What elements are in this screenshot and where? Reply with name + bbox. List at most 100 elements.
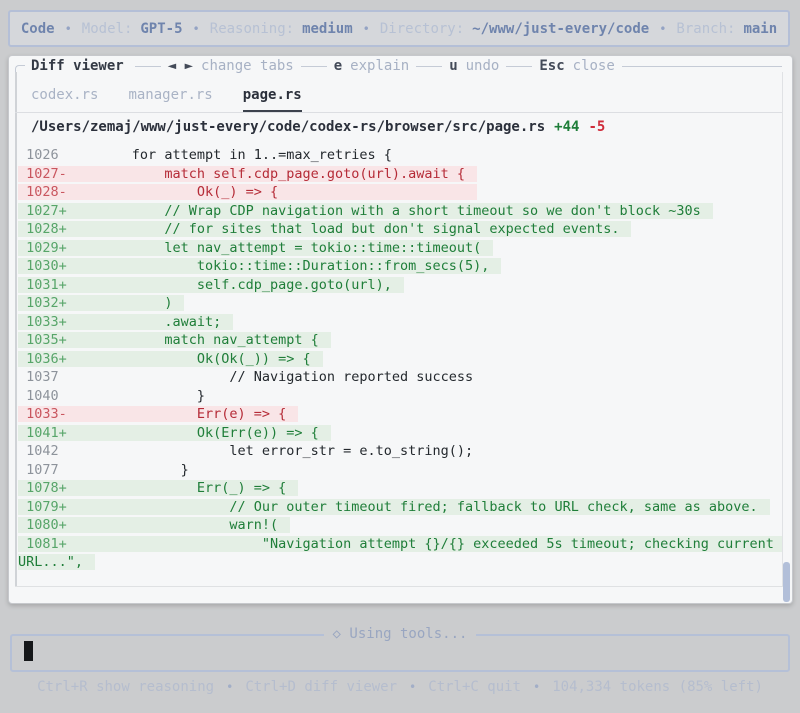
shortcut-label: undo	[465, 58, 500, 74]
file-path-row: /Users/zemaj/www/just-every/code/codex-r…	[31, 119, 605, 135]
line-code: let nav_attempt = tokio::time::timeout(	[66, 239, 482, 256]
diff-line: 1028+ // for sites that load but don't s…	[18, 220, 784, 239]
status-legend: ◇ Using tools...	[12, 626, 788, 642]
diff-line: 1026 for attempt in 1..=max_retries {	[18, 146, 784, 165]
line-code: )	[66, 295, 173, 311]
diff-line: 1032+ )	[18, 294, 784, 313]
line-number: 1030+	[18, 258, 67, 274]
dash-rule	[416, 66, 443, 67]
line-code: // Navigation reported success	[66, 369, 474, 385]
diff-viewer-title: Diff viewer	[31, 58, 124, 74]
diff-line: 1081+ "Navigation attempt {}/{} exceeded…	[18, 535, 784, 572]
diff-line: 1033+ .await;	[18, 313, 784, 332]
bullet-separator: •	[64, 21, 72, 36]
deletions-count: -5	[588, 119, 606, 135]
tabs-separator	[15, 112, 782, 113]
composer-input[interactable]: ◇ Using tools...	[10, 626, 790, 672]
top-status-bar: Code • Model: GPT-5 • Reasoning: medium • Direc…	[8, 10, 790, 47]
line-number: 1078+	[18, 480, 67, 496]
status-value: medium	[302, 20, 353, 37]
bullet-separator: •	[659, 21, 667, 36]
line-code: // for sites that load but don't signal …	[66, 221, 620, 237]
shortcut-key: ◄ ►	[167, 58, 194, 74]
line-code: // Wrap CDP navigation with a short time…	[66, 202, 701, 219]
footer-hint: 104,334 tokens (85% left)	[552, 679, 763, 695]
status-value: main	[743, 20, 778, 37]
text-cursor	[24, 641, 33, 661]
diff-line: 1028- Ok(_) => {	[18, 183, 784, 202]
dash-rule	[134, 66, 161, 67]
line-code: }	[66, 387, 205, 404]
diff-line: 1027- match self.cdp_page.goto(url).awai…	[18, 165, 784, 184]
footer-hints: Ctrl+R show reasoning • Ctrl+D diff viewer…	[0, 679, 800, 695]
line-number: 1028-	[18, 184, 67, 200]
line-number: 1033+	[18, 313, 67, 330]
line-number: 1040	[18, 387, 67, 404]
diamond-icon: ◇	[332, 626, 341, 642]
line-number: 1028+	[18, 221, 67, 237]
line-code: for attempt in 1..=max_retries {	[66, 147, 392, 163]
top-status-items: • Model: GPT-5 • Reasoning: medium • Directory:…	[55, 21, 778, 37]
diff-line: 1037 // Navigation reported success	[18, 368, 784, 387]
diff-line: 1040 }	[18, 387, 784, 406]
line-number: 1032+	[18, 295, 67, 311]
shortcut-label: change tabs	[201, 58, 294, 74]
dash-rule	[300, 66, 327, 67]
diff-line: 1029+ let nav_attempt = tokio::time::tim…	[18, 239, 784, 258]
app-name: Code	[20, 20, 55, 37]
tab-page.rs[interactable]: page.rs	[242, 87, 302, 113]
line-number: 1077	[18, 461, 67, 478]
tab-codex.rs[interactable]: codex.rs	[31, 87, 98, 113]
shortcut-label: close	[572, 58, 615, 74]
scrollbar-thumb[interactable]	[783, 562, 790, 602]
line-number: 1041+	[18, 424, 67, 441]
status-label: Model:	[81, 20, 133, 37]
line-code: self.cdp_page.goto(url),	[66, 276, 392, 293]
line-number: 1035+	[18, 332, 67, 348]
diff-line: 1030+ tokio::time::Duration::from_secs(5…	[18, 257, 784, 276]
diff-line: 1079+ // Our outer timeout fired; fallba…	[18, 498, 784, 517]
line-code: Ok(Ok(_)) => {	[66, 350, 311, 367]
line-number: 1029+	[18, 239, 67, 256]
line-code: warn!(	[66, 517, 279, 533]
line-number: 1042	[18, 443, 67, 459]
line-code: "Navigation attempt {}/{} exceeded 5s ti…	[18, 535, 783, 571]
line-number: 1026	[18, 147, 67, 163]
footer-hint: Ctrl+R show reasoning	[37, 679, 215, 695]
status-label: Directory:	[379, 20, 465, 37]
shortcut-hints: ◄ ► change tabs e explain u undo Esc close	[128, 58, 782, 74]
status-label: Reasoning:	[209, 20, 295, 37]
diff-line: 1078+ Err(_) => {	[18, 479, 784, 498]
bullet-separator: •	[409, 680, 417, 694]
shortcut-key: e	[333, 58, 343, 74]
line-number: 1080+	[18, 517, 67, 533]
diff-line: 1080+ warn!(	[18, 516, 784, 535]
line-number: 1037	[18, 369, 67, 385]
line-number: 1036+	[18, 350, 67, 367]
dash-rule	[506, 66, 533, 67]
tab-manager.rs[interactable]: manager.rs	[128, 87, 212, 113]
bullet-separator: •	[226, 680, 234, 694]
line-code: match self.cdp_page.goto(url).await {	[66, 165, 466, 182]
line-code: let error_str = e.to_string();	[66, 443, 474, 459]
line-code: Err(e) => {	[66, 406, 287, 422]
status-value: GPT-5	[140, 20, 183, 37]
line-code: // Our outer timeout fired; fallback to …	[66, 498, 758, 515]
status-value: ~/www/just-every/code	[472, 20, 650, 37]
frame-bottom-border	[15, 586, 783, 587]
file-tabs: codex.rs manager.rs page.rs	[31, 86, 782, 113]
dash-rule-fill	[621, 66, 782, 67]
line-number: 1031+	[18, 276, 67, 293]
bullet-separator: •	[362, 21, 370, 36]
diff-line: 1041+ Ok(Err(e)) => {	[18, 424, 784, 443]
bullet-separator: •	[532, 680, 541, 694]
diff-line: 1036+ Ok(Ok(_)) => {	[18, 350, 784, 369]
diff-viewer-header: Diff viewer ◄ ► change tabs e explain u undo E…	[15, 55, 782, 78]
diff-line: 1035+ match nav_attempt {	[18, 331, 784, 350]
diff-line: 1042 let error_str = e.to_string();	[18, 442, 784, 461]
line-number: 1081+	[18, 535, 67, 552]
shortcut-label: explain	[350, 58, 410, 74]
frame-left-border	[15, 72, 17, 586]
line-code: match nav_attempt {	[66, 332, 319, 348]
line-code: Ok(Err(e)) => {	[66, 424, 319, 441]
